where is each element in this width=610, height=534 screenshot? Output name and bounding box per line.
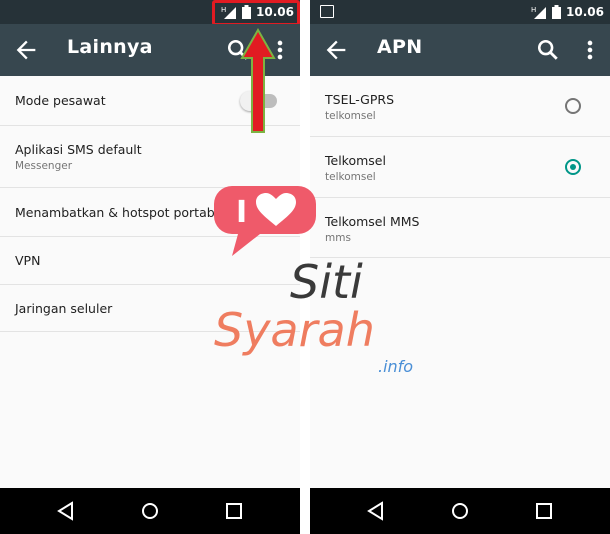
nav-home-icon[interactable] (138, 499, 162, 523)
nav-home-icon[interactable] (448, 499, 472, 523)
list-item-sublabel: Messenger (15, 160, 73, 172)
page-title: Lainnya (67, 36, 153, 58)
back-arrow-icon[interactable] (12, 36, 40, 64)
image-notification-icon (320, 5, 334, 18)
heart-bubble: I (214, 186, 316, 256)
nav-bar (0, 488, 300, 534)
search-icon[interactable] (534, 36, 562, 64)
status-icons: H 10.06 (531, 3, 604, 21)
highlight-box (212, 0, 300, 26)
apn-value: telkomsel (325, 110, 376, 122)
apn-name: TSEL-GPRS (325, 92, 395, 107)
back-arrow-icon[interactable] (322, 36, 350, 64)
page-title: APN (377, 36, 423, 58)
status-bar: H 10.06 (0, 0, 300, 26)
list-item-label: Mode pesawat (15, 93, 106, 108)
apn-name: Telkomsel (325, 153, 386, 168)
nav-back-icon[interactable] (54, 499, 78, 523)
apn-item[interactable]: TSEL-GPRS telkomsel (310, 76, 610, 137)
list-item-label: Menambatkan & hotspot portabel (15, 205, 226, 220)
list-item-label: Aplikasi SMS default (15, 142, 142, 157)
list-item-label: Jaringan seluler (15, 301, 113, 316)
battery-icon (552, 5, 562, 19)
nav-recents-icon[interactable] (222, 499, 246, 523)
nav-recents-icon[interactable] (532, 499, 556, 523)
signal-icon: H (531, 6, 547, 19)
red-arrow-annotation (240, 27, 276, 133)
watermark-line2: Syarah (214, 303, 375, 357)
watermark-logo: I Siti Syarah .info (214, 186, 413, 376)
nav-bar (310, 488, 610, 534)
watermark-line3: .info (378, 357, 413, 376)
apn-radio-selected[interactable] (565, 159, 581, 175)
list-item-label: VPN (15, 253, 41, 268)
nav-back-icon[interactable] (364, 499, 388, 523)
svg-text:H: H (531, 6, 536, 14)
status-time: 10.06 (566, 5, 604, 19)
status-bar: H 10.06 (310, 0, 610, 24)
watermark-line1: Siti (290, 255, 363, 309)
toolbar: APN (310, 24, 610, 76)
more-options-icon[interactable] (576, 36, 604, 64)
apn-radio[interactable] (565, 98, 581, 114)
svg-text:I: I (236, 195, 247, 230)
